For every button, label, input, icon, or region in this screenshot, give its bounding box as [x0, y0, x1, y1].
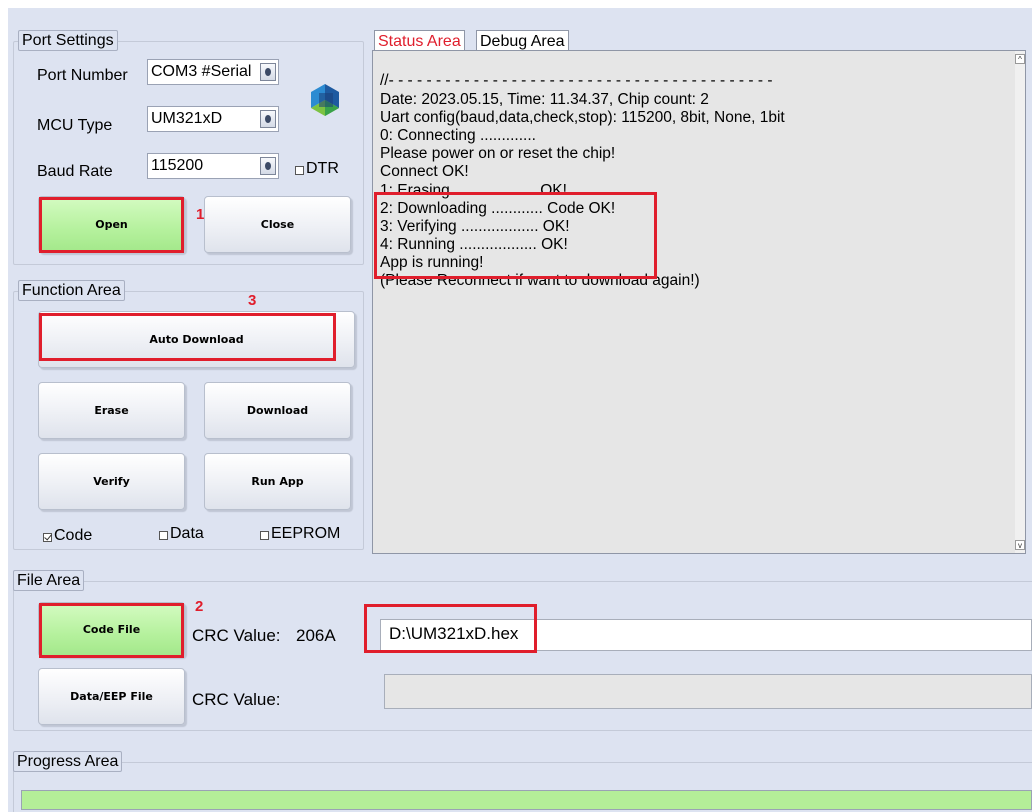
- log-line: Connect OK!: [380, 163, 469, 180]
- data-eep-file-path-input[interactable]: [384, 674, 1032, 709]
- function-area-legend: Function Area: [18, 280, 125, 301]
- mcu-type-value: UM321xD: [151, 110, 223, 127]
- tab-debug-area[interactable]: Debug Area: [476, 30, 569, 51]
- port-number-select[interactable]: COM3 #Serial: [147, 59, 279, 85]
- scroll-up-icon[interactable]: ^: [1015, 54, 1025, 64]
- crc-value-label: CRC Value:: [192, 626, 281, 645]
- dropdown-arrow-icon[interactable]: [260, 63, 276, 81]
- port-settings-legend: Port Settings: [18, 30, 118, 51]
- file-area-legend: File Area: [13, 570, 85, 591]
- close-button[interactable]: Close: [204, 196, 351, 253]
- log-line: 1: Erasing ................... OK!: [380, 182, 567, 199]
- log-line: Date: 2023.05.15, Time: 11.34.37, Chip c…: [380, 91, 709, 108]
- crc-value: 206A: [296, 626, 336, 645]
- progress-area-legend: Progress Area: [13, 751, 123, 772]
- log-line: Please power on or reset the chip!: [380, 145, 616, 162]
- annotation-number-3: 3: [248, 292, 257, 309]
- log-scrollbar[interactable]: ^ v: [1015, 51, 1025, 553]
- code-checkbox-box[interactable]: [43, 532, 52, 542]
- baud-rate-value: 115200: [151, 157, 204, 174]
- code-file-path-input[interactable]: D:\UM321xD.hex: [380, 619, 1032, 651]
- auto-download-button[interactable]: Auto Download: [38, 311, 355, 368]
- download-button[interactable]: Download: [204, 382, 351, 439]
- code-label: Code: [54, 527, 93, 544]
- code-file-button[interactable]: Code File: [38, 602, 185, 657]
- log-line: 0: Connecting .............: [380, 127, 536, 144]
- code-file-path-value: D:\UM321xD.hex: [389, 624, 519, 643]
- eeprom-checkbox[interactable]: EEPROM: [260, 525, 340, 543]
- log-line: 3: Verifying .................. OK!: [380, 218, 570, 235]
- data-eep-file-button[interactable]: Data/EEP File: [38, 668, 185, 725]
- erase-button[interactable]: Erase: [38, 382, 185, 439]
- eeprom-label: EEPROM: [271, 525, 341, 542]
- log-line: (Please Reconnect if want to download ag…: [380, 272, 700, 289]
- dtr-label: DTR: [306, 160, 339, 177]
- data-checkbox[interactable]: Data: [159, 525, 204, 543]
- baud-rate-label: Baud Rate: [37, 163, 113, 180]
- progress-bar-track: [21, 790, 1032, 810]
- dropdown-arrow-icon[interactable]: [260, 110, 276, 128]
- main-window: Port Settings Port Number COM3 #Serial M…: [8, 8, 1032, 812]
- eeprom-checkbox-box[interactable]: [260, 530, 269, 540]
- run-app-button[interactable]: Run App: [204, 453, 351, 510]
- mcu-type-select[interactable]: UM321xD: [147, 106, 279, 132]
- data-checkbox-box[interactable]: [159, 530, 168, 540]
- log-line: App is running!: [380, 254, 484, 271]
- baud-rate-select[interactable]: 115200: [147, 153, 279, 179]
- dtr-checkbox-box[interactable]: [295, 165, 304, 175]
- verify-button[interactable]: Verify: [38, 453, 185, 510]
- dtr-checkbox[interactable]: DTR: [295, 160, 339, 178]
- data-label: Data: [170, 525, 204, 542]
- annotation-number-1: 1: [196, 206, 205, 223]
- scroll-down-icon[interactable]: v: [1015, 540, 1025, 550]
- code-checkbox[interactable]: Code: [43, 527, 92, 545]
- annotation-number-2: 2: [195, 598, 204, 615]
- log-line: //- - - - - - - - - - - - - - - - - - - …: [380, 72, 773, 89]
- progress-bar-fill: [22, 791, 1031, 809]
- port-number-label: Port Number: [37, 67, 128, 84]
- mcu-chip-logo-icon: [311, 84, 339, 116]
- port-number-value: COM3 #Serial: [151, 63, 252, 80]
- dropdown-arrow-icon[interactable]: [260, 157, 276, 175]
- mcu-type-label: MCU Type: [37, 117, 113, 134]
- crc-value-label-2: CRC Value:: [192, 690, 281, 709]
- open-button[interactable]: Open: [38, 196, 185, 253]
- log-line: 2: Downloading ............ Code OK!: [380, 200, 616, 217]
- tab-status-area[interactable]: Status Area: [374, 30, 465, 51]
- status-log-pane[interactable]: //- - - - - - - - - - - - - - - - - - - …: [372, 50, 1026, 554]
- log-line: 4: Running .................. OK!: [380, 236, 568, 253]
- log-line: Uart config(baud,data,check,stop): 11520…: [380, 109, 785, 126]
